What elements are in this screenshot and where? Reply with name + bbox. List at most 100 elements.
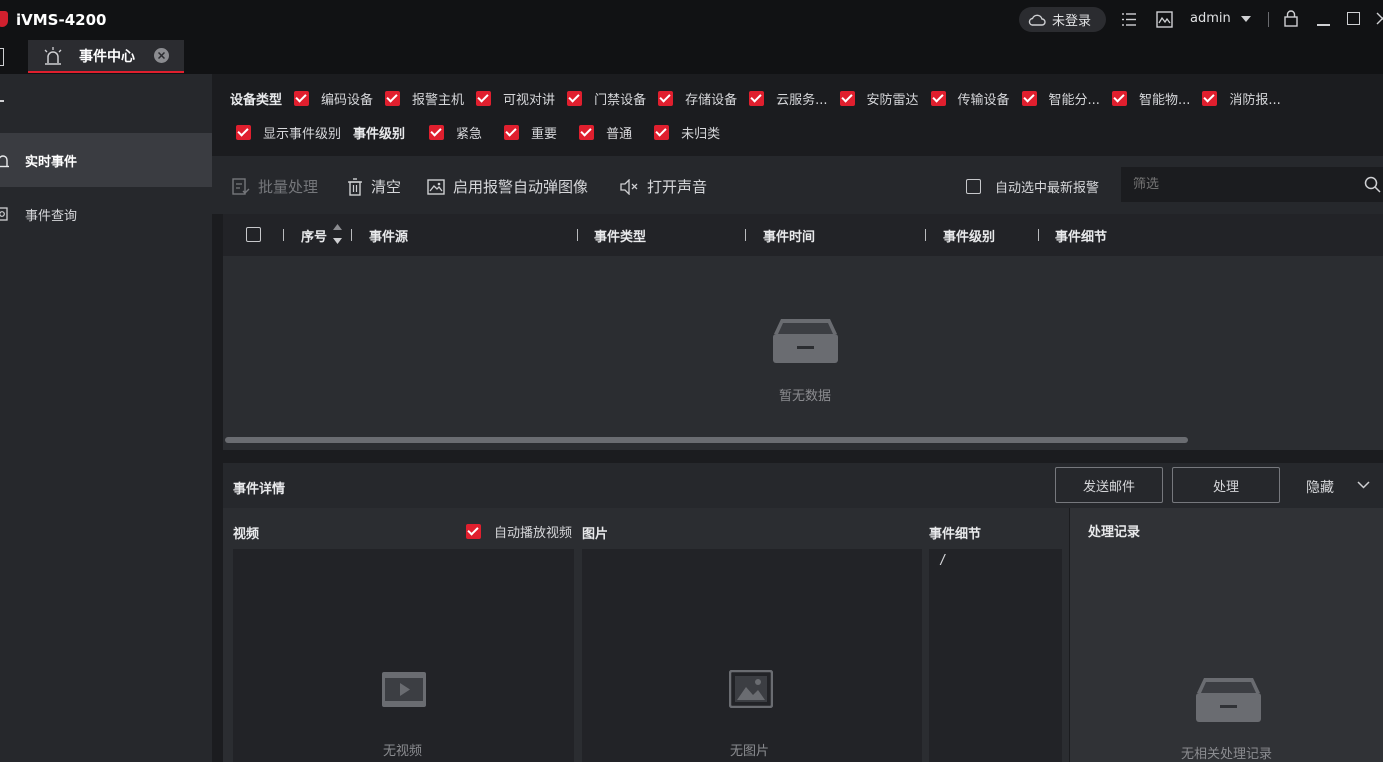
checkbox[interactable]: [1202, 90, 1218, 106]
event-details-title: 事件详情: [233, 482, 286, 497]
device-type-option[interactable]: 安防雷达: [839, 89, 919, 108]
table-empty-text: 暂无数据: [779, 389, 832, 404]
filter-search-box[interactable]: [1121, 167, 1383, 202]
alarm-icon: [0, 155, 9, 168]
checkbox[interactable]: [466, 524, 481, 539]
monitor-icon[interactable]: [1156, 11, 1173, 28]
send-email-button[interactable]: 发送邮件: [1055, 467, 1163, 503]
device-type-option[interactable]: 门禁设备: [567, 89, 646, 108]
event-level-option[interactable]: 紧急: [429, 123, 482, 142]
query-icon: [0, 207, 8, 221]
checkbox[interactable]: [294, 90, 310, 106]
device-type-option[interactable]: 存储设备: [658, 89, 737, 108]
event-level-label: 事件级别: [353, 126, 406, 142]
checkbox[interactable]: [476, 90, 492, 106]
sidebar-collapse-icon[interactable]: [0, 100, 4, 102]
empty-box-icon: [1196, 678, 1261, 722]
video-panel: [233, 549, 574, 762]
column-divider: [1038, 229, 1039, 241]
no-picture-text: 无图片: [730, 744, 770, 759]
device-type-option[interactable]: 传输设备: [930, 89, 1010, 108]
hide-button[interactable]: 隐藏: [1306, 477, 1334, 497]
process-button[interactable]: 处理: [1172, 467, 1280, 503]
process-record-label: 处理记录: [1088, 525, 1141, 540]
sidebar-item-event-query[interactable]: 事件查询: [0, 187, 212, 241]
checkbox[interactable]: [654, 124, 670, 140]
device-type-option[interactable]: 云服务...: [749, 89, 828, 108]
column-header-source[interactable]: 事件源: [369, 226, 408, 245]
checkbox[interactable]: [839, 90, 855, 106]
checkbox[interactable]: [385, 90, 401, 106]
checkbox[interactable]: [429, 124, 445, 140]
clear-button[interactable]: 清空: [347, 176, 401, 197]
device-type-option[interactable]: 可视对讲: [476, 89, 555, 108]
app-title: iVMS-4200: [16, 11, 107, 29]
cloud-icon: [1028, 14, 1046, 26]
trash-icon: [348, 177, 362, 196]
list-menu-icon[interactable]: [1121, 12, 1137, 27]
login-status-label: 未登录: [1052, 14, 1092, 29]
select-all-checkbox[interactable]: [246, 227, 261, 242]
user-dropdown-icon[interactable]: [1241, 16, 1251, 22]
close-icon[interactable]: [1376, 12, 1383, 25]
checkbox[interactable]: [1111, 90, 1127, 106]
auto-popup-image-button[interactable]: 启用报警自动弹图像: [427, 176, 588, 197]
column-divider: [577, 229, 578, 241]
lock-icon[interactable]: [1284, 10, 1298, 27]
column-header-level[interactable]: 事件级别: [943, 226, 995, 245]
event-level-option[interactable]: 重要: [504, 123, 557, 142]
titlebar-divider: [1268, 12, 1269, 27]
event-detail-label: 事件细节: [929, 527, 982, 542]
login-status-button[interactable]: 未登录: [1019, 7, 1106, 32]
event-level-option[interactable]: 普通: [579, 123, 632, 142]
sort-icon[interactable]: [333, 224, 342, 244]
video-label: 视频: [233, 527, 260, 542]
tab-event-center[interactable]: 事件中心: [28, 40, 184, 73]
filter-panel: 设备类型 编码设备 报警主机 可视对讲 门禁设备 存储设备 云服务... 安防雷…: [212, 74, 1383, 156]
filter-input[interactable]: [1133, 177, 1353, 192]
minimize-icon[interactable]: [1317, 24, 1330, 26]
sidebar: 实时事件 事件查询: [0, 74, 212, 762]
checkbox[interactable]: [1021, 90, 1037, 106]
column-header-time[interactable]: 事件时间: [763, 226, 815, 245]
sound-toggle-button[interactable]: 打开声音: [619, 176, 707, 197]
device-type-option[interactable]: 智能分...: [1021, 89, 1100, 108]
auto-select-latest-option[interactable]: 自动选中最新报警: [966, 177, 1099, 196]
checkbox[interactable]: [567, 90, 583, 106]
column-header-type[interactable]: 事件类型: [594, 226, 646, 245]
chevron-down-icon[interactable]: [1357, 481, 1370, 489]
checkbox[interactable]: [749, 90, 765, 106]
device-type-filter-row: 设备类型 编码设备 报警主机 可视对讲 门禁设备 存储设备 云服务... 安防雷…: [230, 87, 1293, 109]
checkbox[interactable]: [930, 90, 946, 106]
device-type-option[interactable]: 消防报...: [1202, 89, 1281, 108]
checkbox[interactable]: [504, 124, 520, 140]
user-name[interactable]: admin: [1190, 11, 1231, 26]
tab-close-icon[interactable]: [154, 48, 169, 63]
tab-bar: 事件中心: [0, 40, 1383, 74]
event-level-filter-row: 显示事件级别 事件级别 紧急 重要 普通 未归类: [236, 121, 732, 143]
checkbox[interactable]: [966, 179, 981, 194]
horizontal-scrollbar[interactable]: [225, 437, 1188, 443]
checkbox[interactable]: [658, 90, 674, 106]
auto-play-video-option[interactable]: 自动播放视频: [466, 522, 572, 541]
device-type-option[interactable]: 报警主机: [385, 89, 464, 108]
process-record-panel: [1070, 508, 1383, 762]
device-type-label: 设备类型: [230, 92, 283, 108]
no-video-text: 无视频: [383, 744, 423, 759]
event-detail-value: /: [939, 553, 947, 568]
checkbox[interactable]: [579, 124, 595, 140]
device-type-option[interactable]: 智能物...: [1111, 89, 1190, 108]
column-header-detail[interactable]: 事件细节: [1055, 226, 1107, 245]
home-grid-icon[interactable]: [0, 48, 4, 66]
batch-process-button[interactable]: 批量处理: [232, 176, 318, 197]
checkbox[interactable]: [236, 124, 251, 140]
event-level-option[interactable]: 未归类: [654, 123, 720, 142]
picture-label: 图片: [582, 527, 609, 542]
device-type-option[interactable]: 编码设备: [294, 89, 373, 108]
search-icon[interactable]: [1364, 176, 1381, 193]
column-header-index[interactable]: 序号: [301, 226, 327, 245]
maximize-icon[interactable]: [1347, 12, 1360, 25]
show-level-option[interactable]: 显示事件级别: [236, 123, 341, 142]
sidebar-item-realtime-events[interactable]: 实时事件: [0, 133, 212, 187]
alarm-icon: [44, 46, 62, 65]
